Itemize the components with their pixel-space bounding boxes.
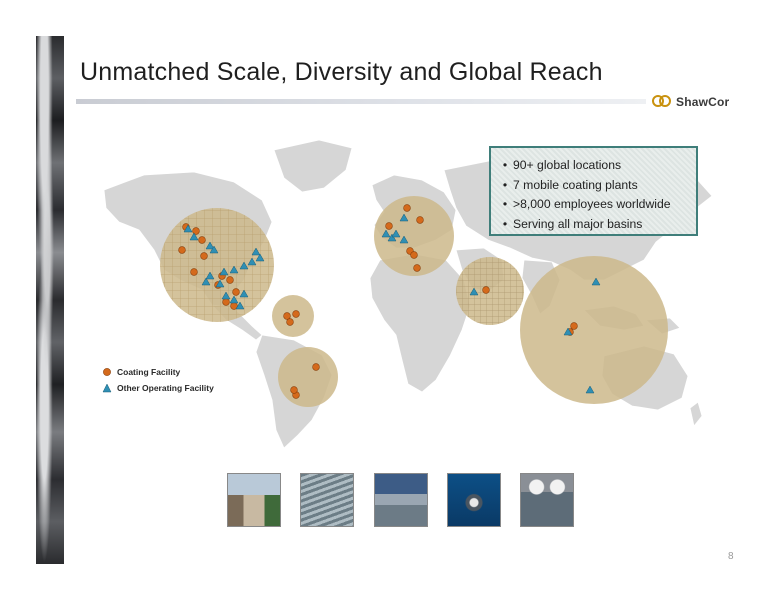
- logo-text: ShawCor: [676, 95, 730, 109]
- highlight-employees: >8,000 employees worldwide: [497, 195, 688, 215]
- title-divider: [76, 99, 646, 104]
- field-workers-photo: [520, 473, 574, 527]
- legend-coating: Coating Facility: [102, 364, 214, 380]
- coating-facility-icon: [103, 368, 111, 376]
- legend-other: Other Operating Facility: [102, 380, 214, 396]
- slide-title: Unmatched Scale, Diversity and Global Re…: [80, 58, 603, 86]
- pipe-image-strip: [36, 36, 64, 564]
- offshore-platform-photo: [447, 473, 501, 527]
- logo-rings-icon: [652, 95, 672, 109]
- other-facility-icon: [102, 383, 112, 393]
- legend-other-label: Other Operating Facility: [117, 383, 214, 393]
- legend-coating-label: Coating Facility: [117, 367, 181, 377]
- photo-strip: [227, 473, 577, 529]
- highlight-basins: Serving all major basins: [497, 215, 688, 235]
- page-number: 8: [728, 551, 734, 562]
- region-south-america: [278, 347, 338, 407]
- operations-site-photo: [374, 473, 428, 527]
- company-logo: ShawCor: [652, 93, 732, 111]
- facility-building-photo: [227, 473, 281, 527]
- region-middle-east-grid: [456, 257, 524, 325]
- pipe-coating-yard-photo: [300, 473, 354, 527]
- highlight-locations: 90+ global locations: [497, 156, 688, 176]
- region-asia-pacific: [520, 256, 668, 404]
- highlight-mobile-plants: 7 mobile coating plants: [497, 176, 688, 196]
- highlights-box: 90+ global locations 7 mobile coating pl…: [489, 146, 698, 236]
- map-legend: Coating Facility Other Operating Facilit…: [102, 364, 214, 396]
- region-north-america-grid: [160, 208, 274, 322]
